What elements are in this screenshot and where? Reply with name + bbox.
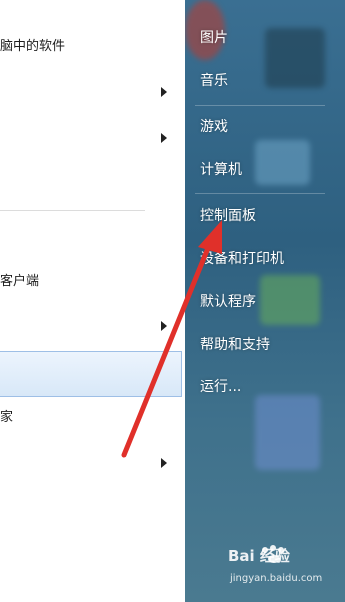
right-item-run[interactable]: 运行... [200, 376, 241, 398]
blurred-desktop-icon [255, 140, 310, 185]
submenu-arrow-icon[interactable] [161, 133, 167, 143]
blurred-desktop-icon [260, 275, 320, 325]
right-item-control-panel[interactable]: 控制面板 [200, 205, 256, 227]
right-item-default-programs[interactable]: 默认程序 [200, 291, 256, 313]
start-menu-right-pane: 图片 音乐 游戏 计算机 控制面板 设备和打印机 默认程序 帮助和支持 运行..… [185, 0, 345, 602]
right-item-help-support[interactable]: 帮助和支持 [200, 334, 270, 356]
right-item-games[interactable]: 游戏 [200, 116, 228, 138]
paw-icon [262, 547, 268, 553]
blurred-desktop-icon [265, 28, 325, 88]
paw-icon [268, 555, 280, 563]
selected-program-item[interactable] [0, 351, 182, 397]
right-item-computer[interactable]: 计算机 [200, 159, 242, 181]
submenu-arrow-icon[interactable] [161, 321, 167, 331]
paw-icon [270, 545, 276, 551]
menu-separator [195, 105, 325, 106]
program-item-client[interactable]: 客户端 [0, 272, 39, 292]
program-item-software[interactable]: 脑中的软件 [0, 37, 65, 57]
paw-icon [278, 547, 284, 553]
menu-separator [0, 210, 145, 211]
right-item-devices-printers[interactable]: 设备和打印机 [200, 248, 284, 270]
submenu-arrow-icon[interactable] [161, 87, 167, 97]
start-menu-left-pane: 脑中的软件 客户端 家 [0, 0, 185, 602]
submenu-arrow-icon[interactable] [161, 458, 167, 468]
blurred-desktop-icon [255, 395, 320, 470]
watermark-url: jingyan.baidu.com [230, 573, 323, 584]
right-item-pictures[interactable]: 图片 [200, 27, 228, 49]
right-item-music[interactable]: 音乐 [200, 70, 228, 92]
menu-separator [195, 193, 325, 194]
program-item-home[interactable]: 家 [0, 408, 13, 428]
baidu-jingyan-watermark: Bai 经验 jingyan.baidu.com [228, 545, 343, 590]
